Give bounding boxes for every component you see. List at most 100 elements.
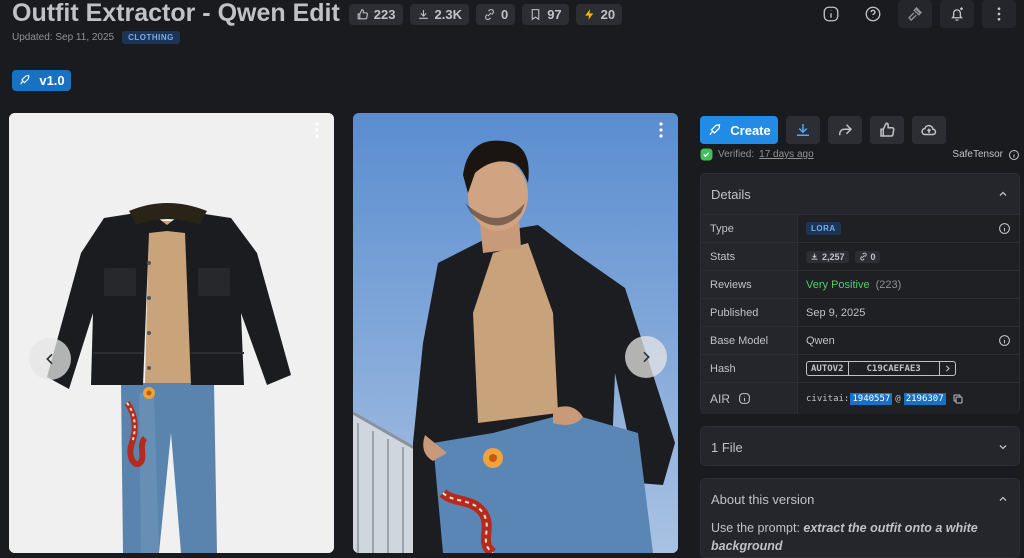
notify-button[interactable] xyxy=(940,0,974,28)
published-label: Published xyxy=(701,299,798,326)
info-icon[interactable] xyxy=(1008,149,1020,161)
type-label: Type xyxy=(701,215,798,242)
reviews-value[interactable]: Very Positive xyxy=(806,279,870,291)
download-icon xyxy=(418,9,428,19)
share-button[interactable] xyxy=(828,116,862,144)
image-card-product[interactable] xyxy=(9,113,334,553)
copy-icon[interactable] xyxy=(952,393,964,405)
thumbs-up-icon xyxy=(880,122,895,137)
published-value: Sep 9, 2025 xyxy=(806,306,866,319)
cloud-button[interactable] xyxy=(912,116,946,144)
image-card-model[interactable] xyxy=(353,113,678,553)
downloads-stat[interactable]: 2.3K xyxy=(409,3,469,25)
hash-box[interactable]: AUTOV2 C19CAEFAE3 xyxy=(806,361,956,376)
share-icon xyxy=(839,124,853,136)
details-row-base-model: Base Model Qwen xyxy=(701,326,1019,354)
tips-stat[interactable]: 20 xyxy=(575,3,623,25)
air-model-id: 1940557 xyxy=(850,392,893,405)
info-icon[interactable] xyxy=(998,334,1011,347)
info-icon[interactable] xyxy=(738,392,751,405)
info-icon xyxy=(823,6,839,22)
like-button[interactable] xyxy=(870,116,904,144)
reviews-label: Reviews xyxy=(701,271,798,298)
create-button[interactable]: Create xyxy=(700,116,778,144)
details-header[interactable]: Details xyxy=(701,174,1019,214)
likes-stat[interactable]: 223 xyxy=(348,3,403,25)
rocket-icon xyxy=(709,123,721,135)
image-menu-icon[interactable] xyxy=(310,121,324,139)
downloads-mini-stat: 2,257 xyxy=(806,250,849,263)
details-row-air: AIR civitai: 1940557 @ 2196307 xyxy=(701,382,1019,414)
about-prefix: Use the prompt: xyxy=(711,521,804,535)
details-row-type: Type LORA xyxy=(701,214,1019,242)
category-badge[interactable]: CLOTHING xyxy=(122,31,180,44)
about-text: Use the prompt: extract the outfit onto … xyxy=(701,519,1019,555)
verified-row: Verified: 17 days ago SafeTensor xyxy=(700,148,1020,161)
link-icon xyxy=(485,8,494,20)
page-title: Outfit Extractor - Qwen Edit xyxy=(12,0,340,27)
links-stat[interactable]: 0 xyxy=(475,3,516,25)
air-version-id: 2196307 xyxy=(903,392,946,405)
carousel-prev-button[interactable] xyxy=(29,338,71,380)
verified-ago[interactable]: 17 days ago xyxy=(759,149,814,160)
updated-date: Updated: Sep 11, 2025 xyxy=(12,32,115,43)
bell-plus-icon xyxy=(951,7,963,21)
details-row-reviews: Reviews Very Positive (223) xyxy=(701,270,1019,298)
base-model-label: Base Model xyxy=(701,327,798,354)
help-button[interactable] xyxy=(856,0,890,28)
shield-check-icon xyxy=(700,148,713,161)
top-icons xyxy=(814,0,1016,28)
bookmarks-count: 97 xyxy=(547,6,562,22)
action-row: Create xyxy=(700,116,946,144)
about-heading: About this version xyxy=(711,491,815,507)
tips-count: 20 xyxy=(600,6,616,22)
details-row-stats: Stats 2,257 0 xyxy=(701,242,1019,270)
thumbs-up-icon xyxy=(357,8,368,19)
downloads-count: 2.3K xyxy=(434,6,462,22)
links-count: 0 xyxy=(500,6,509,22)
download-icon xyxy=(797,124,809,136)
bookmarks-stat[interactable]: 97 xyxy=(522,3,569,25)
cloud-icon xyxy=(921,124,937,136)
base-model-value: Qwen xyxy=(806,334,835,347)
stats-bar: 223 2.3K 0 97 20 xyxy=(348,3,623,25)
chevron-down-icon xyxy=(999,445,1007,450)
safetensor-badge: SafeTensor xyxy=(952,149,1020,161)
info-button[interactable] xyxy=(814,0,848,28)
subline: Updated: Sep 11, 2025 CLOTHING xyxy=(12,31,180,44)
likes-count: 223 xyxy=(373,6,396,22)
chevron-right-icon xyxy=(945,365,950,372)
title-row: Outfit Extractor - Qwen Edit 223 2.3K 0 … xyxy=(12,0,623,28)
chevron-right-icon xyxy=(643,351,650,363)
air-identifier[interactable]: civitai: 1940557 @ 2196307 xyxy=(806,392,946,405)
details-row-published: Published Sep 9, 2025 xyxy=(701,298,1019,326)
files-panel[interactable]: 1 File xyxy=(700,426,1020,466)
info-icon[interactable] xyxy=(998,222,1011,235)
version-button[interactable]: v1.0 xyxy=(12,70,71,91)
chevron-left-icon xyxy=(46,353,53,365)
stats-label: Stats xyxy=(701,243,798,270)
details-panel: Details Type LORA Stats 2,257 0 Reviews … xyxy=(700,173,1020,414)
moderate-button[interactable] xyxy=(898,0,932,28)
download-button[interactable] xyxy=(786,116,820,144)
air-separator: @ xyxy=(895,393,901,404)
air-label: AIR xyxy=(710,391,731,406)
rocket-icon xyxy=(20,75,30,85)
hash-next[interactable] xyxy=(940,362,955,375)
links-value: 0 xyxy=(870,251,876,262)
bookmark-icon xyxy=(531,8,540,20)
downloads-value: 2,257 xyxy=(822,251,845,262)
image-menu-icon[interactable] xyxy=(654,121,668,139)
carousel-next-button[interactable] xyxy=(625,336,667,378)
bolt-icon xyxy=(584,8,593,20)
product-image xyxy=(9,113,334,553)
about-header[interactable]: About this version xyxy=(701,479,1019,519)
more-button[interactable] xyxy=(982,0,1016,28)
verified-label: Verified: xyxy=(718,149,755,160)
create-label: Create xyxy=(730,122,771,138)
hash-type: AUTOV2 xyxy=(807,362,849,375)
model-image xyxy=(353,113,678,553)
link-icon xyxy=(859,252,867,261)
reviews-count: (223) xyxy=(875,278,902,291)
links-mini-stat: 0 xyxy=(854,250,880,263)
